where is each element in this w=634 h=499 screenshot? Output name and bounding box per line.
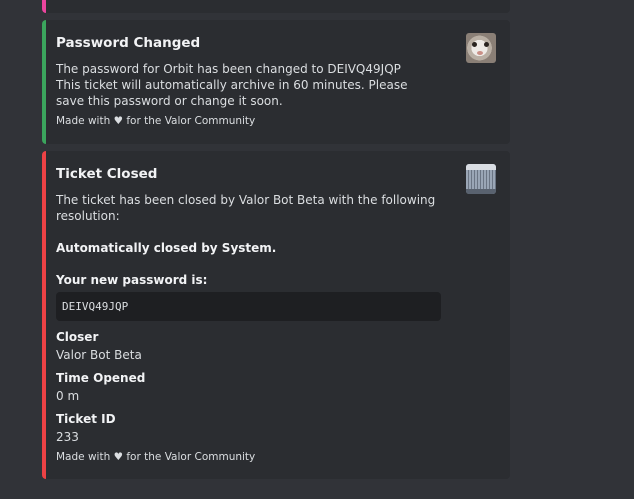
embed-title: Ticket Closed: [56, 166, 158, 182]
grid-thumbnail-icon[interactable]: [466, 164, 496, 194]
field-value-ticket-id: 233: [56, 430, 79, 444]
description-line: The password for Orbit has been changed …: [56, 62, 401, 76]
embed-description: The password for Orbit has been changed …: [56, 61, 436, 109]
resolution-text: Automatically closed by System.: [56, 241, 277, 255]
embed-footer: Made with ♥ for the Valor Community: [56, 115, 255, 127]
field-name-ticket-id: Ticket ID: [56, 412, 116, 426]
footer-text: for the Valor Community: [126, 451, 256, 463]
field-name-closer: Closer: [56, 330, 99, 344]
embed-title: Password Changed: [56, 35, 201, 51]
embed-footer: Made with ♥ for the Valor Community: [56, 451, 255, 463]
password-changed-embed: Password Changed The password for Orbit …: [42, 20, 510, 144]
field-value-time-opened: 0 m: [56, 389, 80, 403]
footer-text: Made with: [56, 115, 111, 127]
cat-avatar-icon[interactable]: [466, 33, 496, 63]
password-code-block[interactable]: DEIVQ49JQP: [56, 292, 441, 321]
embed-description: The ticket has been closed by Valor Bot …: [56, 193, 436, 223]
previous-embed: [42, 0, 510, 13]
footer-text: for the Valor Community: [126, 115, 256, 127]
description-line: This ticket will automatically archive i…: [56, 78, 408, 108]
password-label: Your new password is:: [56, 273, 208, 287]
heart-icon: ♥: [113, 115, 123, 127]
heart-icon: ♥: [113, 451, 123, 463]
field-name-time-opened: Time Opened: [56, 371, 146, 385]
footer-text: Made with: [56, 451, 111, 463]
ticket-closed-embed: Ticket Closed The ticket has been closed…: [42, 151, 510, 479]
field-value-closer: Valor Bot Beta: [56, 348, 142, 362]
